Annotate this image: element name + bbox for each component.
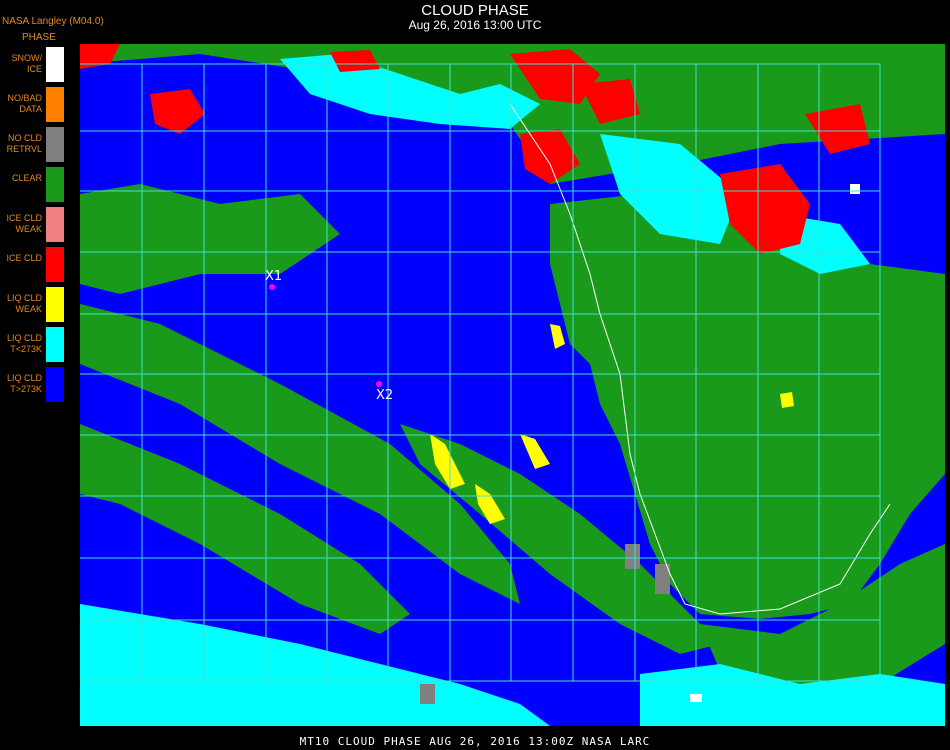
site-label-x1: X1 bbox=[265, 269, 283, 284]
legend-swatch bbox=[46, 127, 64, 162]
legend-swatch bbox=[46, 367, 64, 402]
source-label: NASA Langley (M04.0) bbox=[2, 16, 104, 27]
page-date: Aug 26, 2016 13:00 UTC bbox=[408, 18, 542, 32]
legend-swatch bbox=[46, 247, 64, 282]
legend-item-snow-ice: SNOW/ ICE bbox=[0, 47, 66, 82]
legend-item-liq-cld-weak: LIQ CLD WEAK bbox=[0, 287, 66, 322]
liq-weak-5 bbox=[780, 392, 794, 408]
legend-label: SNOW/ ICE bbox=[11, 53, 43, 74]
legend-swatch bbox=[46, 87, 64, 122]
site-marker-x2 bbox=[376, 381, 382, 387]
legend-label: ICE CLD WEAK bbox=[6, 213, 42, 234]
site-label-x2: X2 bbox=[376, 388, 394, 403]
legend-swatch bbox=[46, 167, 64, 202]
legend-swatch bbox=[46, 207, 64, 242]
legend-item-liq-cld-cold: LIQ CLD T<273K bbox=[0, 327, 66, 362]
no-retrieval-3 bbox=[420, 684, 435, 704]
legend-label: NO CLD RETRVL bbox=[6, 133, 42, 154]
snow-ice-1 bbox=[850, 184, 860, 194]
legend-swatch bbox=[46, 327, 64, 362]
legend-title: PHASE bbox=[22, 32, 56, 43]
legend-label: ICE CLD bbox=[6, 253, 42, 263]
legend-label: LIQ CLD T>273K bbox=[6, 373, 42, 394]
legend-item-liq-cld-warm: LIQ CLD T>273K bbox=[0, 367, 66, 402]
legend-label: LIQ CLD T<273K bbox=[6, 333, 42, 354]
legend-swatch bbox=[46, 287, 64, 322]
legend-label: NO/BAD DATA bbox=[7, 93, 42, 114]
legend-label: CLEAR bbox=[11, 173, 42, 183]
satellite-product-page: CLOUD PHASE Aug 26, 2016 13:00 UTC NASA … bbox=[0, 0, 950, 750]
legend-label: LIQ CLD WEAK bbox=[6, 293, 42, 314]
legend-item-no-bad-data: NO/BAD DATA bbox=[0, 87, 66, 122]
legend-item-clear: CLEAR bbox=[0, 167, 66, 202]
site-marker-x1 bbox=[269, 284, 275, 290]
legend-item-ice-cld-weak: ICE CLD WEAK bbox=[0, 207, 66, 242]
snow-ice-2 bbox=[690, 694, 702, 702]
legend-swatch bbox=[46, 47, 64, 82]
no-retrieval-1 bbox=[625, 544, 640, 569]
page-title: CLOUD PHASE bbox=[421, 2, 529, 19]
cloud-phase-map bbox=[80, 44, 945, 726]
legend-item-no-cld-retrvl: NO CLD RETRVL bbox=[0, 127, 66, 162]
legend-item-ice-cld: ICE CLD bbox=[0, 247, 66, 282]
footer-caption: MT10 CLOUD PHASE AUG 26, 2016 13:00Z NAS… bbox=[299, 735, 651, 748]
